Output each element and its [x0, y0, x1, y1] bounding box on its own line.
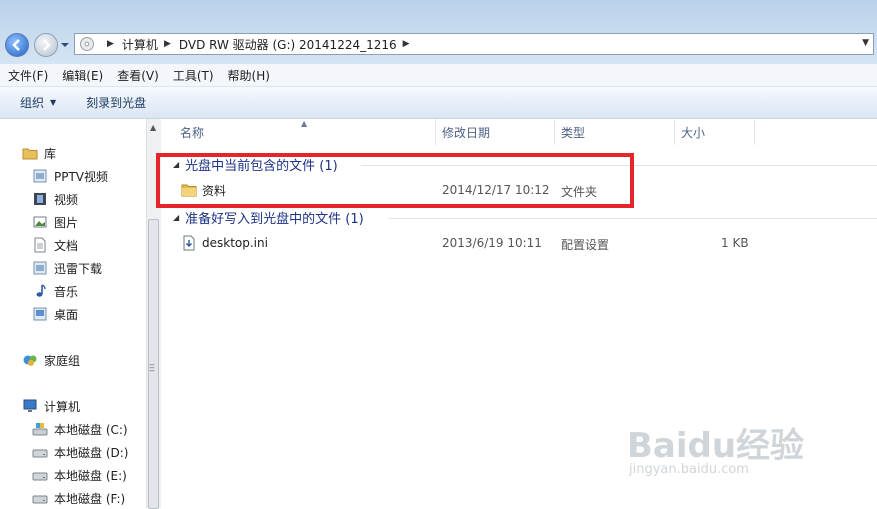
nav-item-label: 桌面	[54, 307, 79, 322]
breadcrumb-arrow-icon[interactable]: ▶	[164, 39, 171, 49]
file-date: 2013/6/19 10:11	[442, 236, 542, 250]
nav-drive-c[interactable]: 本地磁盘 (C:)	[32, 419, 128, 439]
nav-item-label: 文档	[54, 238, 79, 253]
computer-icon	[23, 399, 37, 412]
nav-item-documents[interactable]: 文档	[32, 235, 78, 255]
command-bar: 组织 ▼ 刻录到光盘	[0, 87, 877, 119]
nav-item-pictures[interactable]: 图片	[32, 212, 78, 232]
menu-edit[interactable]: 编辑(E)	[54, 67, 109, 84]
column-header-name[interactable]: 名称	[161, 119, 436, 145]
column-date-label: 修改日期	[442, 125, 491, 140]
ini-file-icon	[183, 235, 195, 251]
collapse-triangle-icon[interactable]: ◢	[173, 213, 179, 222]
forward-arrow-icon	[43, 39, 51, 51]
column-header-date[interactable]: 修改日期	[436, 119, 555, 145]
organize-button[interactable]: 组织 ▼	[20, 94, 56, 111]
nav-item-label: 视频	[54, 192, 79, 207]
burn-to-disc-button[interactable]: 刻录到光盘	[86, 94, 146, 111]
file-name: desktop.ini	[202, 236, 268, 250]
nav-item-label: 音乐	[54, 284, 79, 299]
highlight-annotation-box	[156, 153, 634, 208]
breadcrumb-arrow-icon[interactable]: ▶	[403, 39, 410, 49]
column-name-label: 名称	[180, 125, 205, 140]
library-icon	[22, 148, 38, 160]
navigation-pane: 库 PPTV视频 视频 图片 文档 迅雷下载 音乐 桌面 家庭组 计算机 本地磁…	[0, 119, 145, 508]
nav-drive-label: 本地磁盘 (D:)	[54, 445, 129, 460]
group-header-ready-to-burn[interactable]: ◢ 准备好写入到光盘中的文件 (1)	[173, 208, 364, 227]
burn-label: 刻录到光盘	[86, 96, 147, 110]
forward-button[interactable]	[34, 33, 58, 57]
nav-homegroup[interactable]: 家庭组	[22, 350, 80, 370]
nav-item-pptv[interactable]: PPTV视频	[32, 166, 108, 186]
nav-library[interactable]: 库	[22, 143, 56, 163]
address-dropdown-icon[interactable]: ▼	[862, 38, 869, 48]
nav-item-label: 迅雷下载	[54, 261, 103, 276]
breadcrumb: ▶ 计算机 ▶ DVD RW 驱动器 (G:) 20141224_1216 ▶	[101, 36, 418, 53]
nav-item-label: PPTV视频	[54, 169, 109, 184]
menu-bar: 文件(F) 编辑(E) 查看(V) 工具(T) 帮助(H)	[0, 64, 877, 87]
watermark-url: jingyan.baidu.com	[629, 462, 749, 477]
film-icon	[34, 193, 46, 205]
history-dropdown-icon[interactable]	[60, 40, 70, 50]
nav-drive-label: 本地磁盘 (F:)	[54, 491, 126, 506]
hard-drive-icon	[32, 472, 48, 481]
list-item[interactable]: desktop.ini	[181, 233, 268, 253]
nav-computer-label: 计算机	[44, 399, 81, 414]
hard-drive-icon	[32, 449, 48, 458]
hard-drive-icon	[32, 495, 48, 504]
column-type-label: 类型	[561, 125, 586, 140]
nav-drive-f[interactable]: 本地磁盘 (F:)	[32, 488, 125, 508]
nav-item-desktop[interactable]: 桌面	[32, 304, 78, 324]
library-folder-icon	[33, 261, 47, 275]
group-title: 准备好写入到光盘中的文件 (1)	[185, 212, 364, 227]
nav-item-label: 图片	[54, 215, 79, 230]
menu-view[interactable]: 查看(V)	[109, 67, 165, 84]
nav-item-videos[interactable]: 视频	[32, 189, 78, 209]
dvd-drive-icon	[80, 37, 94, 51]
nav-item-xunlei[interactable]: 迅雷下载	[32, 258, 102, 278]
organize-label: 组织	[20, 96, 45, 110]
menu-tools[interactable]: 工具(T)	[165, 67, 220, 84]
back-arrow-icon	[12, 39, 20, 51]
group-divider	[389, 218, 877, 219]
homegroup-icon	[23, 355, 37, 366]
nav-computer[interactable]: 计算机	[22, 396, 80, 416]
scroll-grip-icon: ‒ ‒ ‒	[149, 360, 155, 376]
menu-file[interactable]: 文件(F)	[0, 67, 54, 84]
back-button[interactable]	[5, 33, 29, 57]
sort-ascending-icon: ▲	[301, 119, 308, 128]
library-folder-icon	[33, 169, 47, 183]
breadcrumb-drive[interactable]: DVD RW 驱动器 (G:) 20141224_1216	[179, 36, 397, 53]
breadcrumb-computer[interactable]: 计算机	[122, 36, 158, 53]
nav-homegroup-label: 家庭组	[44, 353, 81, 368]
picture-icon	[33, 216, 47, 228]
file-type: 配置设置	[561, 238, 610, 252]
address-bar[interactable]: ▶ 计算机 ▶ DVD RW 驱动器 (G:) 20141224_1216 ▶ …	[74, 33, 874, 55]
nav-drive-label: 本地磁盘 (E:)	[54, 468, 127, 483]
scroll-up-arrow-icon[interactable]: ▲	[150, 123, 156, 132]
breadcrumb-arrow-icon[interactable]: ▶	[107, 39, 114, 49]
nav-drive-d[interactable]: 本地磁盘 (D:)	[32, 442, 128, 462]
desktop-icon	[33, 307, 47, 321]
system-drive-icon	[32, 423, 48, 436]
music-note-icon	[36, 284, 46, 297]
nav-drive-label: 本地磁盘 (C:)	[54, 422, 128, 437]
nav-library-label: 库	[44, 146, 57, 161]
menu-help[interactable]: 帮助(H)	[220, 67, 276, 84]
chevron-down-icon: ▼	[50, 98, 57, 107]
file-size: 1 KB	[721, 236, 749, 250]
column-header-size[interactable]: 大小	[675, 119, 755, 145]
baidu-watermark: Baidu经验 jingyan.baidu.com	[627, 418, 827, 488]
watermark-brand: Baidu经验	[627, 426, 805, 466]
document-icon	[34, 237, 46, 253]
column-header-type[interactable]: 类型	[555, 119, 675, 145]
nav-drive-e[interactable]: 本地磁盘 (E:)	[32, 465, 127, 485]
column-size-label: 大小	[681, 125, 706, 140]
nav-item-music[interactable]: 音乐	[32, 281, 78, 301]
